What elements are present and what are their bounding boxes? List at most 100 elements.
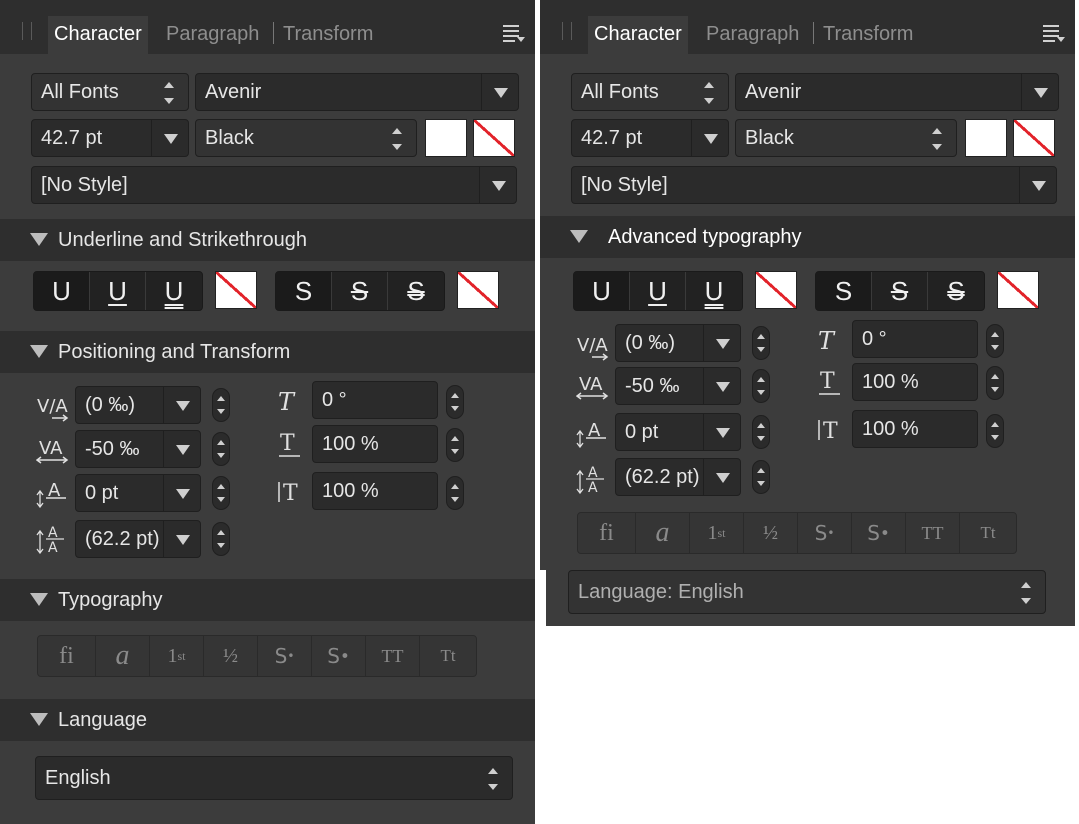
section-underline-strikethrough[interactable]: Underline and Strikethrough <box>0 219 535 261</box>
shear-field[interactable]: 0 ° <box>312 381 438 419</box>
text-fill-swatch[interactable] <box>425 119 467 157</box>
baseline-shift-stepper[interactable] <box>752 415 770 449</box>
leading-field[interactable]: (62.2 pt) <box>75 520 201 558</box>
ligatures-button[interactable]: fi <box>38 636 96 676</box>
tab-paragraph[interactable]: Paragraph <box>706 16 799 54</box>
tracking-dropdown-button[interactable] <box>703 368 740 404</box>
font-family-field[interactable]: Avenir <box>735 73 1059 111</box>
superscript-button[interactable]: S • <box>258 636 312 676</box>
kerning-field[interactable]: (0 ‰) <box>75 386 201 424</box>
kerning-dropdown-button[interactable] <box>703 325 740 361</box>
small-caps-button[interactable]: Tt <box>420 636 476 676</box>
double-underline-button[interactable]: U <box>686 272 742 310</box>
font-size-field[interactable]: 42.7 pt <box>31 119 189 157</box>
tab-character[interactable]: Character <box>48 16 148 54</box>
tracking-field[interactable]: -50 ‰ <box>75 430 201 468</box>
font-size-dropdown-button[interactable] <box>151 120 188 156</box>
baseline-shift-field[interactable]: 0 pt <box>615 413 741 451</box>
horizontal-scale-field[interactable]: 100 % <box>312 425 438 463</box>
section-language[interactable]: Language <box>0 699 535 741</box>
font-weight-select[interactable]: Black <box>195 119 417 157</box>
tab-character[interactable]: Character <box>588 16 688 54</box>
single-strikethrough-button[interactable]: S <box>332 272 388 310</box>
panel-grip-handle[interactable] <box>562 22 572 40</box>
shear-stepper[interactable] <box>986 324 1004 358</box>
single-strikethrough-button[interactable]: S <box>872 272 928 310</box>
swash-button[interactable]: a <box>636 513 690 553</box>
tab-transform[interactable]: Transform <box>283 16 373 54</box>
small-caps-button[interactable]: Tt <box>960 513 1016 553</box>
double-underline-button[interactable]: U <box>146 272 202 310</box>
leading-stepper[interactable] <box>212 522 230 556</box>
font-family-dropdown-button[interactable] <box>481 74 518 110</box>
leading-stepper[interactable] <box>752 460 770 494</box>
underline-color-none-swatch[interactable] <box>755 271 797 309</box>
panel-menu-icon[interactable] <box>503 22 525 44</box>
language-select[interactable]: English <box>35 756 513 800</box>
superscript-button[interactable]: S • <box>798 513 852 553</box>
kerning-dropdown-button[interactable] <box>163 387 200 423</box>
vertical-scale-stepper[interactable] <box>446 476 464 510</box>
all-caps-button[interactable]: TT <box>366 636 420 676</box>
font-family-dropdown-button[interactable] <box>1021 74 1058 110</box>
vertical-scale-field[interactable]: 100 % <box>312 472 438 510</box>
tab-transform[interactable]: Transform <box>823 16 913 54</box>
horizontal-scale-field[interactable]: 100 % <box>852 363 978 401</box>
text-style-field[interactable]: [No Style] <box>31 166 517 204</box>
font-size-field[interactable]: 42.7 pt <box>571 119 729 157</box>
text-style-field[interactable]: [No Style] <box>571 166 1057 204</box>
panel-grip-handle[interactable] <box>22 22 32 40</box>
swash-button[interactable]: a <box>96 636 150 676</box>
text-fill-swatch[interactable] <box>965 119 1007 157</box>
vertical-scale-stepper[interactable] <box>986 414 1004 448</box>
section-typography[interactable]: Typography <box>0 579 535 621</box>
kerning-stepper[interactable] <box>212 388 230 422</box>
kerning-stepper[interactable] <box>752 326 770 360</box>
horizontal-scale-stepper[interactable] <box>986 366 1004 400</box>
ligatures-button[interactable]: fi <box>578 513 636 553</box>
vertical-scale-field[interactable]: 100 % <box>852 410 978 448</box>
font-size-dropdown-button[interactable] <box>691 120 728 156</box>
baseline-shift-field[interactable]: 0 pt <box>75 474 201 512</box>
strikethrough-color-none-swatch[interactable] <box>457 271 499 309</box>
section-advanced-typography[interactable]: Advanced typography <box>540 216 1075 258</box>
no-strikethrough-button[interactable]: S <box>816 272 872 310</box>
no-strikethrough-button[interactable]: S <box>276 272 332 310</box>
horizontal-scale-stepper[interactable] <box>446 428 464 462</box>
fraction-button[interactable]: ½ <box>744 513 798 553</box>
font-weight-select[interactable]: Black <box>735 119 957 157</box>
leading-dropdown-button[interactable] <box>703 459 740 495</box>
text-style-dropdown-button[interactable] <box>1019 167 1056 203</box>
strikethrough-color-none-swatch[interactable] <box>997 271 1039 309</box>
double-strikethrough-button[interactable]: S <box>928 272 984 310</box>
all-caps-button[interactable]: TT <box>906 513 960 553</box>
tab-paragraph[interactable]: Paragraph <box>166 16 259 54</box>
subscript-button[interactable]: S • <box>312 636 366 676</box>
single-underline-button[interactable]: U <box>630 272 686 310</box>
font-family-field[interactable]: Avenir <box>195 73 519 111</box>
no-underline-button[interactable]: U <box>574 272 630 310</box>
fraction-button[interactable]: ½ <box>204 636 258 676</box>
shear-stepper[interactable] <box>446 385 464 419</box>
baseline-shift-dropdown-button[interactable] <box>703 414 740 450</box>
text-stroke-none-swatch[interactable] <box>1013 119 1055 157</box>
baseline-shift-dropdown-button[interactable] <box>163 475 200 511</box>
shear-field[interactable]: 0 ° <box>852 320 978 358</box>
tracking-stepper[interactable] <box>752 369 770 403</box>
underline-color-none-swatch[interactable] <box>215 271 257 309</box>
ordinal-button[interactable]: 1st <box>150 636 204 676</box>
section-positioning-transform[interactable]: Positioning and Transform <box>0 331 535 373</box>
tracking-field[interactable]: -50 ‰ <box>615 367 741 405</box>
double-strikethrough-button[interactable]: S <box>388 272 444 310</box>
leading-field[interactable]: (62.2 pt) <box>615 458 741 496</box>
text-style-dropdown-button[interactable] <box>479 167 516 203</box>
font-collection-select[interactable]: All Fonts <box>571 73 729 111</box>
language-select[interactable]: Language: English <box>568 570 1046 614</box>
tracking-stepper[interactable] <box>212 432 230 466</box>
single-underline-button[interactable]: U <box>90 272 146 310</box>
no-underline-button[interactable]: U <box>34 272 90 310</box>
tracking-dropdown-button[interactable] <box>163 431 200 467</box>
font-collection-select[interactable]: All Fonts <box>31 73 189 111</box>
text-stroke-none-swatch[interactable] <box>473 119 515 157</box>
baseline-shift-stepper[interactable] <box>212 476 230 510</box>
